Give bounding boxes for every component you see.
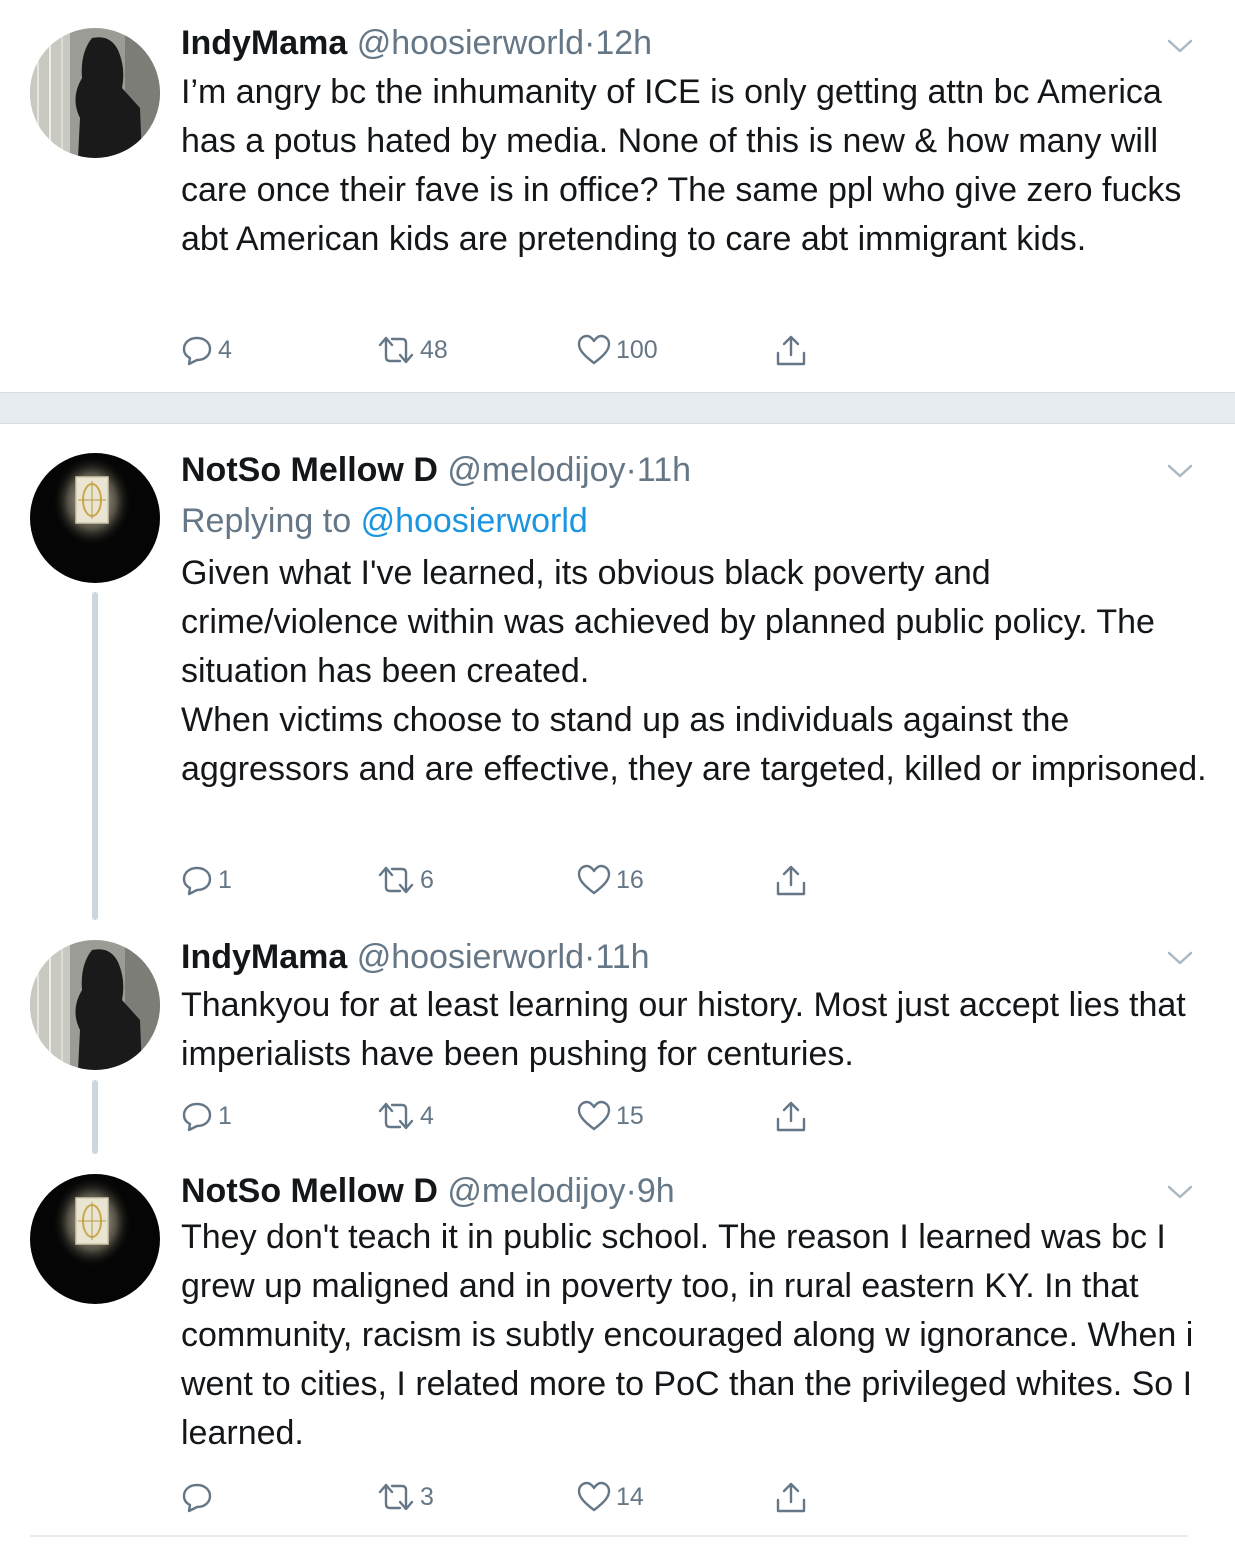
timestamp[interactable]: 9h xyxy=(637,1172,675,1210)
tweet-text-paragraph: When victims choose to stand up as indiv… xyxy=(181,701,1207,788)
retweet-button[interactable]: 48 xyxy=(376,330,448,370)
share-icon xyxy=(776,1482,806,1513)
reply-count: 4 xyxy=(218,335,232,364)
separator-dot: · xyxy=(584,938,596,976)
replying-to: Replying to @hoosierworld xyxy=(181,500,588,542)
tweet-text-paragraph: I’m angry bc the inhumanity of ICE is on… xyxy=(181,73,1182,258)
avatar-image-silhouette xyxy=(30,940,160,1070)
like-button[interactable]: 14 xyxy=(576,1477,644,1517)
thread-line xyxy=(92,592,98,920)
avatar[interactable] xyxy=(30,453,160,583)
reply-button[interactable]: 1 xyxy=(180,860,232,900)
thread-line xyxy=(92,1080,98,1154)
heart-icon xyxy=(577,1100,611,1131)
retweet-button[interactable]: 4 xyxy=(376,1096,434,1136)
retweet-icon xyxy=(378,336,414,364)
timestamp[interactable]: 11h xyxy=(595,938,649,976)
reply-button[interactable] xyxy=(180,1477,218,1517)
reply-button[interactable]: 1 xyxy=(180,1096,232,1136)
replying-to-label: Replying to xyxy=(181,502,352,540)
tweet-text: Given what I've learned, its obvious bla… xyxy=(181,549,1211,794)
reply-icon xyxy=(182,1102,212,1132)
share-icon xyxy=(776,335,806,366)
display-name[interactable]: IndyMama xyxy=(181,938,347,976)
retweet-icon xyxy=(378,1483,414,1511)
tweet-text-paragraph: Given what I've learned, its obvious bla… xyxy=(181,554,1155,690)
separator-dot: · xyxy=(625,1172,637,1210)
reply-icon xyxy=(182,866,212,896)
reply-count: 1 xyxy=(218,1101,232,1130)
heart-icon xyxy=(577,864,611,895)
chevron-down-icon[interactable] xyxy=(1166,1182,1194,1202)
avatar-image-stained-glass xyxy=(30,453,160,583)
tweet-text: Thankyou for at least learning our histo… xyxy=(181,981,1211,1079)
retweet-button[interactable]: 6 xyxy=(376,860,434,900)
like-count: 15 xyxy=(616,1101,644,1130)
timestamp[interactable]: 12h xyxy=(595,24,652,62)
reply-icon xyxy=(182,336,212,366)
retweet-button[interactable]: 3 xyxy=(376,1477,434,1517)
user-handle[interactable]: @melodijoy xyxy=(447,1172,625,1210)
replying-to-mention[interactable]: @hoosierworld xyxy=(361,502,588,540)
avatar[interactable] xyxy=(30,940,160,1070)
avatar[interactable] xyxy=(30,1174,160,1304)
share-button[interactable] xyxy=(774,1477,808,1517)
display-name[interactable]: NotSo Mellow D xyxy=(181,451,438,489)
heart-icon xyxy=(577,1481,611,1512)
like-button[interactable]: 100 xyxy=(576,330,658,370)
tweet-text: I’m angry bc the inhumanity of ICE is on… xyxy=(181,68,1211,264)
share-button[interactable] xyxy=(774,860,808,900)
divider xyxy=(30,1535,1188,1537)
share-button[interactable] xyxy=(774,1096,808,1136)
retweet-count: 6 xyxy=(420,865,434,894)
tweet-text-paragraph: Thankyou for at least learning our histo… xyxy=(181,986,1186,1073)
user-handle[interactable]: @hoosierworld xyxy=(357,938,584,976)
tweet-text-paragraph: They don't teach it in public school. Th… xyxy=(181,1218,1194,1452)
like-button[interactable]: 15 xyxy=(576,1096,644,1136)
separator-dot: · xyxy=(584,24,596,62)
retweet-count: 3 xyxy=(420,1482,434,1511)
chevron-down-icon[interactable] xyxy=(1166,948,1194,968)
user-handle[interactable]: @hoosierworld xyxy=(357,24,584,62)
heart-icon xyxy=(577,334,611,365)
reply-icon xyxy=(182,1483,212,1513)
retweet-icon xyxy=(378,1102,414,1130)
timestamp[interactable]: 11h xyxy=(637,451,691,489)
reply-count: 1 xyxy=(218,865,232,894)
chevron-down-icon[interactable] xyxy=(1166,36,1194,56)
avatar-image-silhouette xyxy=(30,28,160,158)
display-name[interactable]: IndyMama xyxy=(181,24,347,62)
tweet-text: They don't teach it in public school. Th… xyxy=(181,1213,1211,1458)
display-name[interactable]: NotSo Mellow D xyxy=(181,1172,438,1210)
user-handle[interactable]: @melodijoy xyxy=(447,451,625,489)
conversation-separator xyxy=(0,392,1235,424)
separator-dot: · xyxy=(625,451,637,489)
like-count: 16 xyxy=(616,865,644,894)
avatar[interactable] xyxy=(30,28,160,158)
retweet-icon xyxy=(378,866,414,894)
share-icon xyxy=(776,1101,806,1132)
share-button[interactable] xyxy=(774,330,808,370)
share-icon xyxy=(776,865,806,896)
reply-button[interactable]: 4 xyxy=(180,330,232,370)
avatar-image-stained-glass xyxy=(30,1174,160,1304)
retweet-count: 48 xyxy=(420,335,448,364)
like-count: 100 xyxy=(616,335,658,364)
like-count: 14 xyxy=(616,1482,644,1511)
chevron-down-icon[interactable] xyxy=(1166,461,1194,481)
retweet-count: 4 xyxy=(420,1101,434,1130)
like-button[interactable]: 16 xyxy=(576,860,644,900)
